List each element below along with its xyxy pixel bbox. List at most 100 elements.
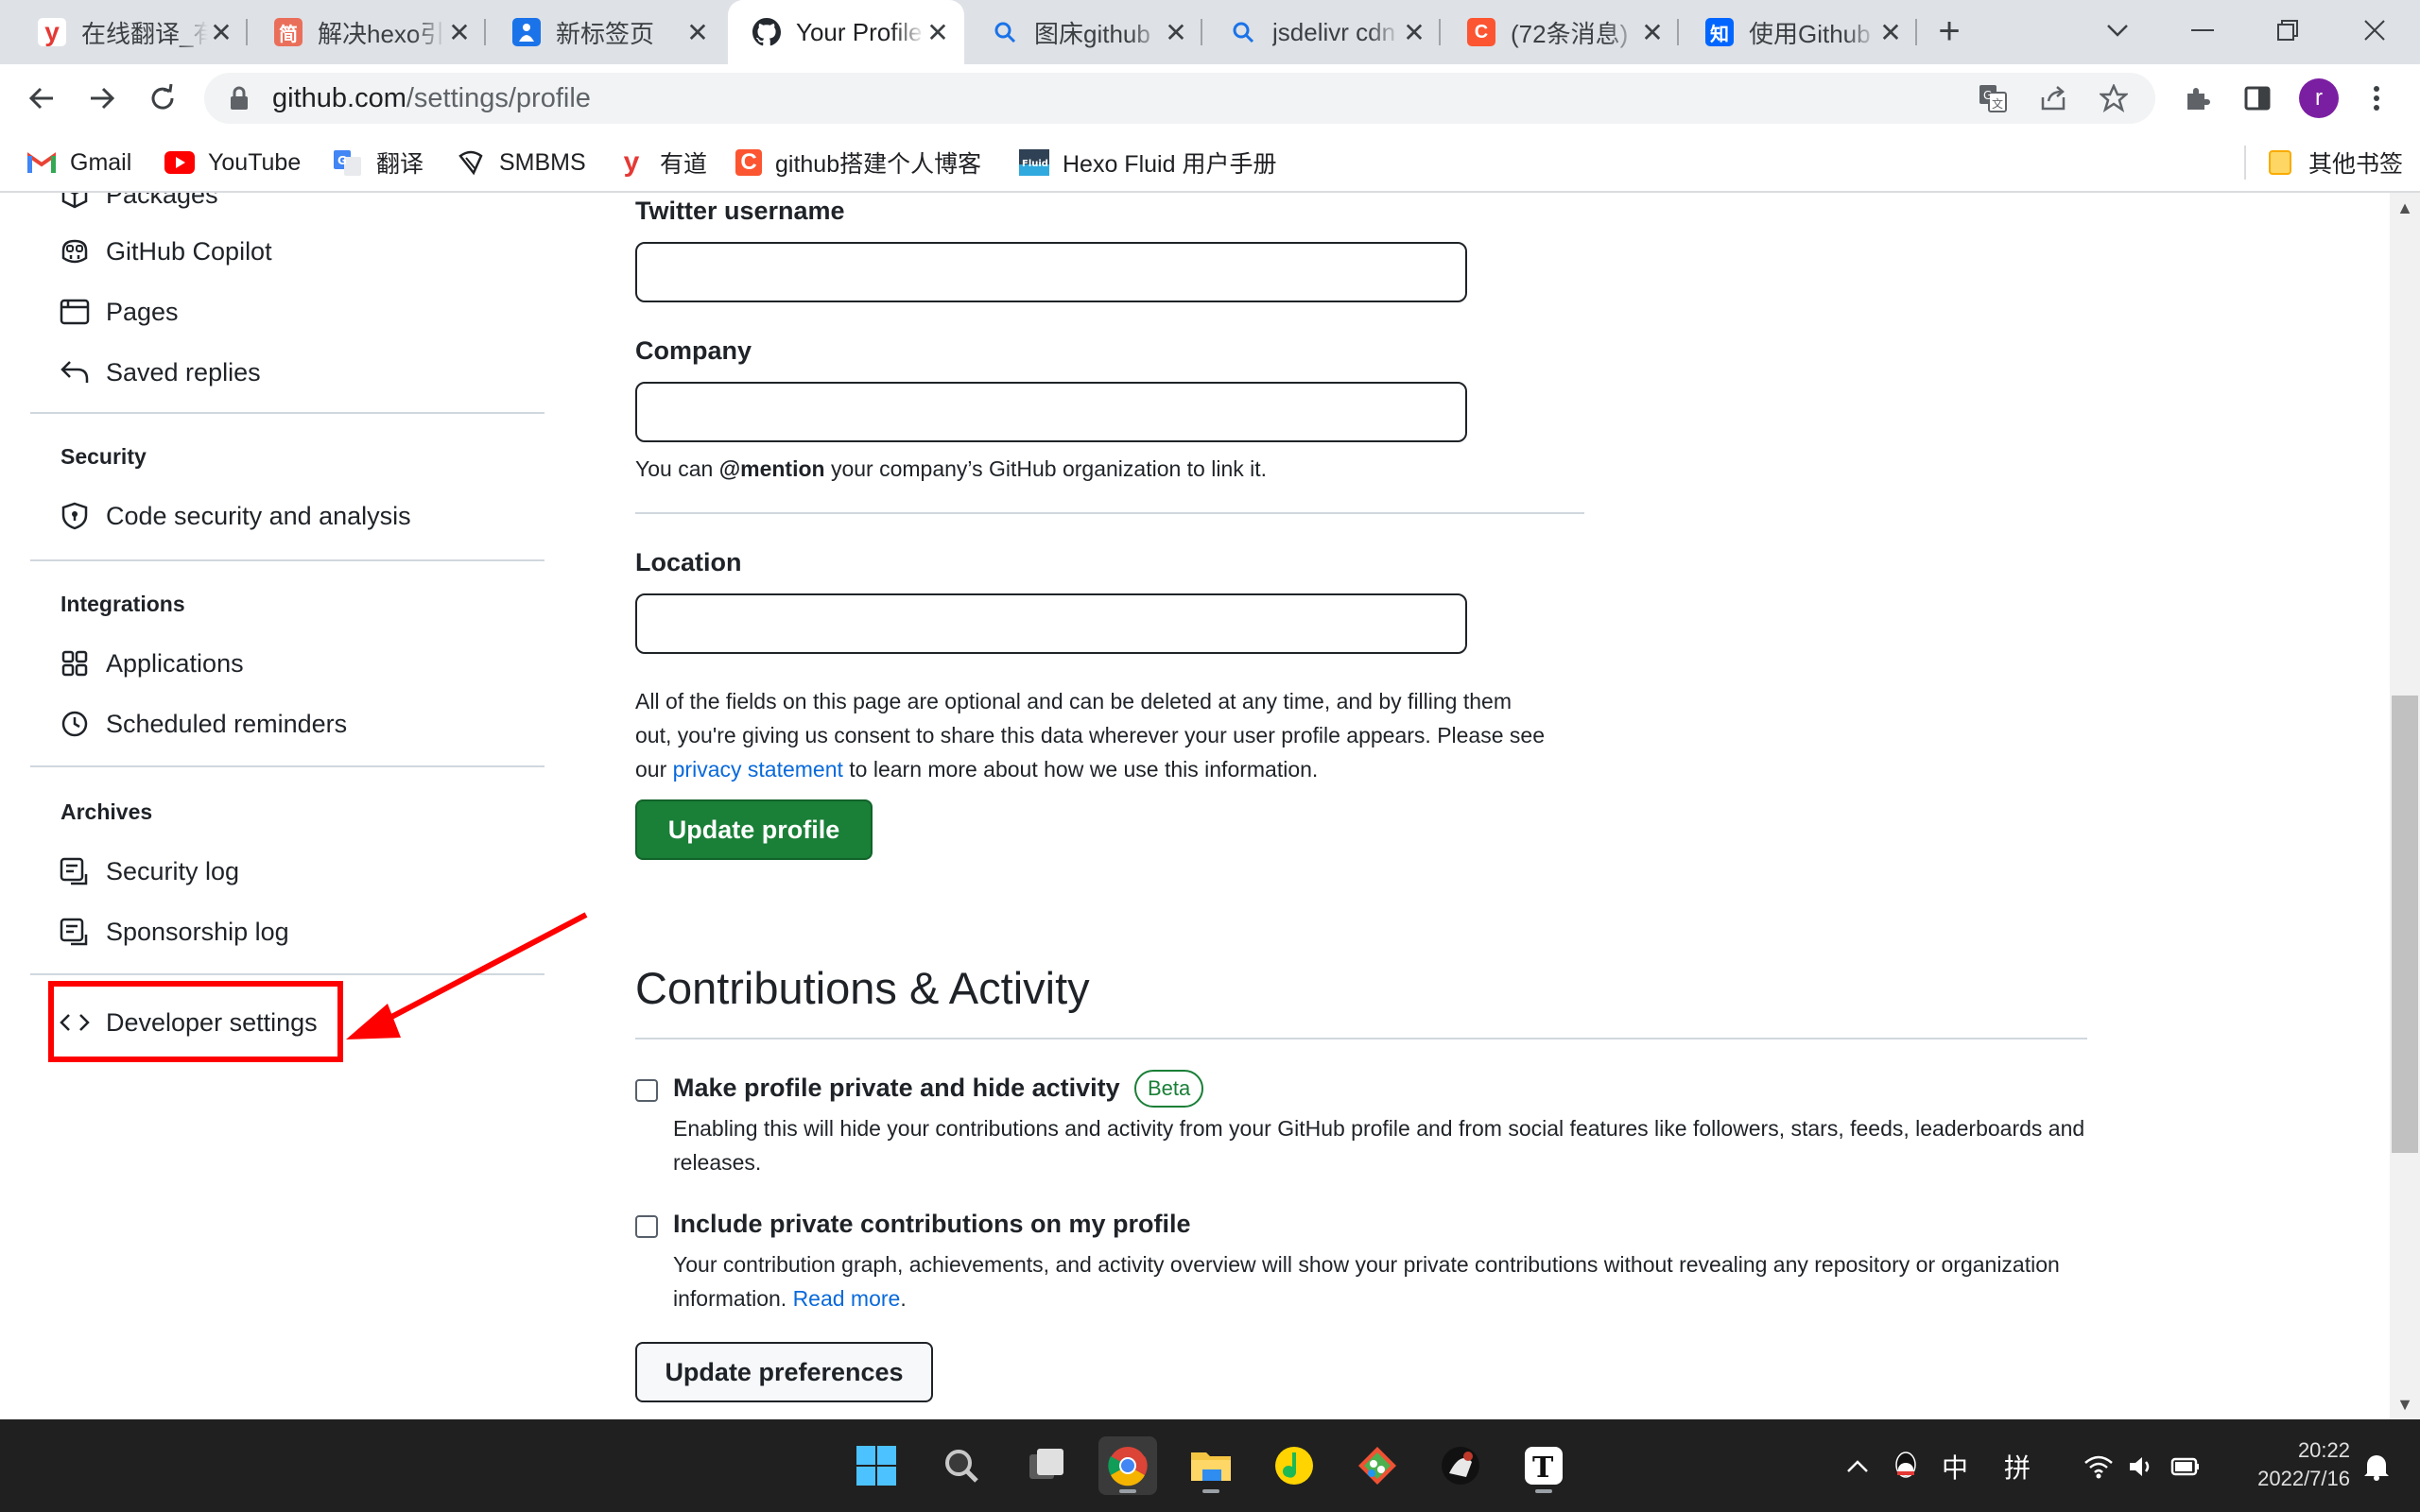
include-private-contributions-checkbox[interactable] [635, 1215, 658, 1238]
company-input[interactable] [635, 382, 1467, 442]
company-label: Company [635, 336, 752, 365]
ime-mode-indicator[interactable]: 中 [1934, 1448, 1976, 1486]
git-icon[interactable] [1348, 1436, 1407, 1495]
restore-icon[interactable] [2259, 9, 2316, 51]
sidebar-item-saved-replies[interactable]: Saved replies [59, 350, 261, 395]
task-view-icon[interactable] [1017, 1436, 1076, 1495]
location-input[interactable] [635, 593, 1467, 654]
chrome-icon[interactable] [1098, 1436, 1157, 1495]
close-icon[interactable]: ✕ [925, 17, 951, 48]
tab-youdao[interactable]: y 在线翻译_有道 ✕ [13, 0, 248, 64]
wifi-icon[interactable] [2080, 1448, 2118, 1486]
scroll-down-arrow-icon[interactable]: ▼ [2394, 1395, 2416, 1418]
privacy-statement-link[interactable]: privacy statement [673, 757, 843, 782]
bookmark-label: 其他书签 [2308, 151, 2404, 178]
private-profile-label[interactable]: Make profile private and hide activity [673, 1074, 1120, 1103]
system-clock[interactable]: 20:22 2022/7/16 [2231, 1436, 2350, 1493]
translate-page-icon[interactable]: G文 [1976, 81, 2010, 115]
svg-text:文: 文 [1992, 96, 2003, 111]
close-icon[interactable]: ✕ [684, 17, 711, 48]
new-tab-button[interactable]: + [1928, 11, 1970, 53]
back-icon[interactable] [21, 77, 62, 119]
other-bookmarks[interactable]: 其他书签 [2265, 144, 2403, 181]
tab-search-github[interactable]: 图床github ✕ [966, 0, 1202, 64]
battery-icon[interactable] [2167, 1448, 2204, 1486]
sidebar-item-sponsorship-log[interactable]: Sponsorship log [59, 909, 289, 954]
log-icon [59, 916, 91, 948]
sidebar-item-label: Saved replies [106, 357, 261, 387]
game-icon[interactable] [1431, 1436, 1490, 1495]
bookmark-hexo-fluid[interactable]: Fluid Hexo Fluid 用户手册 [1019, 144, 1276, 181]
sidebar-item-github-copilot[interactable]: GitHub Copilot [59, 229, 272, 274]
bookmark-youdao[interactable]: y 有道 [616, 144, 707, 181]
running-indicator [1202, 1489, 1219, 1493]
lock-icon[interactable] [229, 86, 257, 111]
close-icon[interactable]: ✕ [1639, 17, 1666, 48]
extensions-icon[interactable] [2176, 77, 2218, 119]
sidebar-item-applications[interactable]: Applications [59, 641, 244, 686]
update-preferences-button[interactable]: Update preferences [635, 1342, 933, 1402]
reload-icon[interactable] [142, 77, 183, 119]
include-private-contributions-label[interactable]: Include private contributions on my prof… [673, 1210, 1191, 1239]
bookmark-label: SMBMS [499, 148, 586, 176]
bookmark-translate[interactable]: G 翻译 [333, 144, 424, 181]
bookmark-star-icon[interactable] [2097, 81, 2131, 115]
tab-csdn[interactable]: C (72条消息) ✕ [1443, 0, 1679, 64]
tab-newtab[interactable]: 新标签页 ✕ [488, 0, 724, 64]
bookmark-smbms[interactable]: SMBMS [456, 144, 586, 181]
active-indicator [1119, 1489, 1136, 1493]
read-more-link[interactable]: Read more [793, 1286, 901, 1311]
scroll-up-arrow-icon[interactable]: ▲ [2394, 198, 2416, 221]
show-hidden-icons-icon[interactable] [1841, 1448, 1874, 1486]
qq-icon[interactable] [1887, 1448, 1925, 1486]
address-bar[interactable]: github.com/settings/profile G文 [204, 73, 2155, 124]
privacy-note-text: to learn more about how we use this info… [842, 757, 1319, 782]
tab-zhihu[interactable]: 知 使用Github ✕ [1681, 0, 1917, 64]
notification-icon[interactable] [2358, 1448, 2395, 1486]
close-icon[interactable]: ✕ [446, 17, 473, 48]
music-icon[interactable] [1265, 1436, 1323, 1495]
annotation-highlight-box [48, 981, 343, 1062]
scrollbar-thumb[interactable] [2392, 696, 2418, 1153]
sidebar-item-security-log[interactable]: Security log [59, 849, 239, 894]
url-text[interactable]: github.com/settings/profile [272, 83, 591, 114]
tab-search-icon[interactable] [2089, 9, 2146, 51]
close-icon[interactable]: ✕ [1877, 17, 1904, 48]
sidebar-item-packages[interactable]: Packages [59, 193, 218, 217]
close-window-icon[interactable] [2346, 9, 2403, 51]
volume-icon[interactable] [2123, 1448, 2161, 1486]
page-content: Packages GitHub Copilot Pages Saved repl… [0, 193, 2390, 1419]
bookmark-github-blog[interactable]: C github搭建个人博客 [735, 144, 981, 181]
sidebar-item-scheduled-reminders[interactable]: Scheduled reminders [59, 701, 347, 747]
sidebar-item-code-security[interactable]: Code security and analysis [59, 493, 411, 539]
bookmark-label: YouTube [208, 148, 302, 176]
close-icon[interactable]: ✕ [1401, 17, 1427, 48]
privacy-note: All of the fields on this page are optio… [635, 684, 1545, 786]
ime-pinyin-indicator[interactable]: 拼 [1996, 1448, 2038, 1486]
menu-kebab-icon[interactable] [2356, 77, 2397, 119]
company-note: You can @mention your company’s GitHub o… [635, 452, 1267, 486]
typora-icon[interactable]: T [1514, 1436, 1573, 1495]
tab-your-profile[interactable]: Your Profile ✕ [728, 0, 964, 64]
twitter-username-input[interactable] [635, 242, 1467, 302]
file-explorer-icon[interactable] [1182, 1436, 1240, 1495]
share-icon[interactable] [2036, 81, 2070, 115]
side-panel-icon[interactable] [2237, 77, 2278, 119]
tab-title: jsdelivr cdn [1272, 17, 1396, 46]
close-icon[interactable]: ✕ [1163, 17, 1189, 48]
start-icon[interactable] [847, 1436, 906, 1495]
bookmark-label: Gmail [70, 148, 132, 176]
update-profile-button[interactable]: Update profile [635, 799, 873, 860]
forward-icon[interactable] [81, 77, 123, 119]
tab-search-jsdelivr[interactable]: jsdelivr cdn ✕ [1204, 0, 1441, 64]
private-profile-checkbox[interactable] [635, 1079, 658, 1102]
tab-jianshu[interactable]: 简 解决hexo引用图片 ✕ [250, 0, 486, 64]
search-icon[interactable] [932, 1436, 991, 1495]
minimize-icon[interactable] [2174, 9, 2231, 51]
jianshu-icon: 简 [274, 18, 302, 46]
bookmark-gmail[interactable]: Gmail [26, 144, 131, 181]
sidebar-item-pages[interactable]: Pages [59, 289, 179, 335]
bookmark-youtube[interactable]: YouTube [164, 144, 301, 181]
profile-avatar[interactable]: r [2299, 78, 2339, 118]
close-icon[interactable]: ✕ [208, 17, 234, 48]
